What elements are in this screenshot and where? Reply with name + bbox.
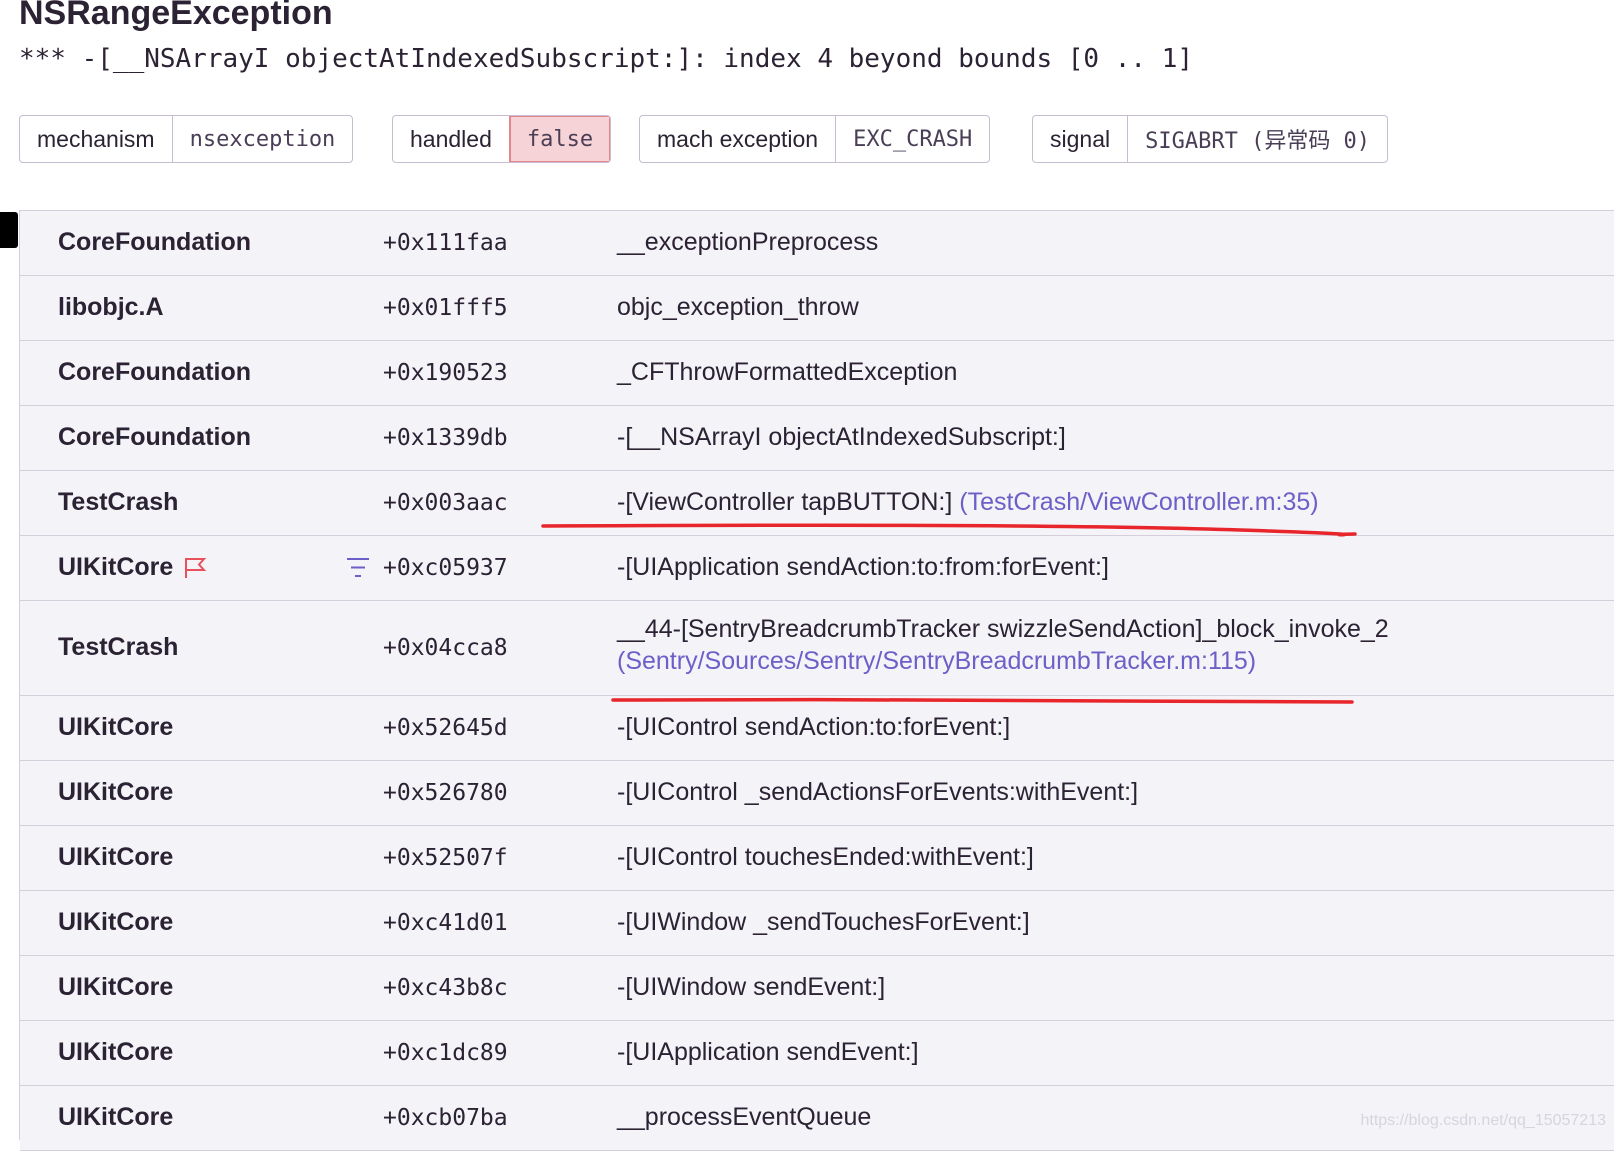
tag-mach-exception[interactable]: mach exception EXC_CRASH bbox=[639, 115, 991, 163]
watermark: https://blog.csdn.net/qq_15057213 bbox=[1360, 1112, 1606, 1129]
frame-source-link[interactable]: (Sentry/Sources/Sentry/SentryBreadcrumbT… bbox=[617, 647, 1256, 676]
tag-key: mach exception bbox=[657, 125, 819, 152]
tag-value: EXC_CRASH bbox=[835, 116, 989, 162]
frame-function: -[UIControl _sendActionsForEvents:withEv… bbox=[617, 778, 1139, 806]
tag-mechanism[interactable]: mechanism nsexception bbox=[19, 115, 354, 163]
tag-value: SIGABRT (异常码 0) bbox=[1127, 116, 1387, 162]
list-icon[interactable] bbox=[346, 556, 370, 580]
stack-trace: CoreFoundation +0x111faa __exceptionPrep… bbox=[19, 210, 1614, 1151]
frame-row[interactable]: UIKitCore +0xc41d01 -[UIWindow _sendTouc… bbox=[20, 891, 1614, 956]
frame-function: __44-[SentryBreadcrumbTracker swizzleSen… bbox=[617, 615, 1389, 643]
frame-address: +0xc1dc89 bbox=[383, 1040, 508, 1066]
frame-function: __exceptionPreprocess bbox=[617, 228, 879, 256]
exception-message: *** -[__NSArrayI objectAtIndexedSubscrip… bbox=[19, 44, 1193, 74]
frame-package: libobjc.A bbox=[58, 293, 164, 321]
frame-row[interactable]: UIKitCore +0x52645d -[UIControl sendActi… bbox=[20, 696, 1614, 761]
frame-function: __processEventQueue bbox=[617, 1103, 872, 1131]
frame-source-link[interactable]: (TestCrash/ViewController.m:35) bbox=[959, 488, 1318, 516]
frame-address: +0x52645d bbox=[383, 715, 508, 741]
frame-row[interactable]: CoreFoundation +0x1339db -[__NSArrayI ob… bbox=[20, 406, 1614, 471]
frame-address: +0x01fff5 bbox=[383, 295, 508, 321]
frame-package: UIKitCore bbox=[58, 843, 174, 871]
tag-key: handled bbox=[410, 125, 492, 152]
frame-address: +0x04cca8 bbox=[383, 635, 508, 661]
frame-package: CoreFoundation bbox=[58, 423, 252, 451]
frame-address: +0xc05937 bbox=[383, 555, 508, 581]
frame-row[interactable]: libobjc.A +0x01fff5 objc_exception_throw bbox=[20, 276, 1614, 341]
frame-address: +0x1339db bbox=[383, 425, 508, 451]
frame-package: UIKitCore bbox=[58, 1038, 174, 1066]
frame-function-name: -[ViewController tapBUTTON:] bbox=[617, 488, 953, 516]
frame-package: UIKitCore bbox=[58, 1103, 174, 1131]
frame-row[interactable]: UIKitCore +0xc1dc89 -[UIApplication send… bbox=[20, 1021, 1614, 1086]
frame-row[interactable]: UIKitCore +0xc05937 -[UIApplication send… bbox=[20, 536, 1614, 601]
tag-signal[interactable]: signal SIGABRT (异常码 0) bbox=[1032, 115, 1389, 163]
apple-icon bbox=[0, 212, 18, 248]
tag-value: nsexception bbox=[171, 116, 353, 162]
frame-row[interactable]: CoreFoundation +0x190523 _CFThrowFormatt… bbox=[20, 341, 1614, 406]
frame-row[interactable]: CoreFoundation +0x111faa __exceptionPrep… bbox=[20, 211, 1614, 276]
frame-function: -[ViewController tapBUTTON:] (TestCrash/… bbox=[617, 488, 1319, 517]
frame-function: -[UIApplication sendEvent:] bbox=[617, 1038, 919, 1066]
frame-address: +0x52507f bbox=[383, 845, 508, 871]
frame-address: +0xc43b8c bbox=[383, 975, 508, 1001]
frame-row[interactable]: TestCrash +0x04cca8 __44-[SentryBreadcru… bbox=[20, 601, 1614, 696]
tag-value: false bbox=[508, 116, 611, 162]
frame-package: UIKitCore bbox=[58, 973, 174, 1001]
frame-function: objc_exception_throw bbox=[617, 293, 859, 321]
frame-function: -[UIControl touchesEnded:withEvent:] bbox=[617, 843, 1034, 871]
frame-function: -[__NSArrayI objectAtIndexedSubscript:] bbox=[617, 423, 1066, 451]
frame-package: UIKitCore bbox=[58, 713, 174, 741]
frame-function: -[UIWindow _sendTouchesForEvent:] bbox=[617, 908, 1030, 936]
frame-address: +0xcb07ba bbox=[383, 1105, 508, 1131]
frame-package: CoreFoundation bbox=[58, 358, 252, 386]
frame-package-name: UIKitCore bbox=[58, 553, 174, 581]
frame-package: UIKitCore bbox=[58, 908, 174, 936]
frame-function: _CFThrowFormattedException bbox=[617, 358, 958, 386]
frame-package: TestCrash bbox=[58, 633, 179, 661]
frame-package: UIKitCore bbox=[58, 553, 207, 582]
frame-address: +0x003aac bbox=[383, 490, 508, 516]
frame-address: +0x526780 bbox=[383, 780, 508, 806]
tag-handled[interactable]: handled false bbox=[392, 115, 612, 163]
frame-function: -[UIWindow sendEvent:] bbox=[617, 973, 886, 1001]
frame-address: +0xc41d01 bbox=[383, 910, 508, 936]
frame-row[interactable]: UIKitCore +0xc43b8c -[UIWindow sendEvent… bbox=[20, 956, 1614, 1021]
frame-address: +0x190523 bbox=[383, 360, 508, 386]
frame-row[interactable]: UIKitCore +0x52507f -[UIControl touchesE… bbox=[20, 826, 1614, 891]
exception-type: NSRangeException bbox=[19, 0, 333, 32]
frame-package: CoreFoundation bbox=[58, 228, 252, 256]
frame-address: +0x111faa bbox=[383, 230, 508, 256]
tag-key: signal bbox=[1050, 125, 1111, 152]
flag-icon bbox=[185, 558, 207, 579]
tag-key: mechanism bbox=[37, 125, 155, 152]
frame-function: -[UIControl sendAction:to:forEvent:] bbox=[617, 713, 1011, 741]
frame-package: TestCrash bbox=[58, 488, 179, 516]
frame-row[interactable]: UIKitCore +0x526780 -[UIControl _sendAct… bbox=[20, 761, 1614, 826]
frame-row[interactable]: TestCrash +0x003aac -[ViewController tap… bbox=[20, 471, 1614, 536]
frame-function: -[UIApplication sendAction:to:from:forEv… bbox=[617, 553, 1109, 581]
frame-package: UIKitCore bbox=[58, 778, 174, 806]
